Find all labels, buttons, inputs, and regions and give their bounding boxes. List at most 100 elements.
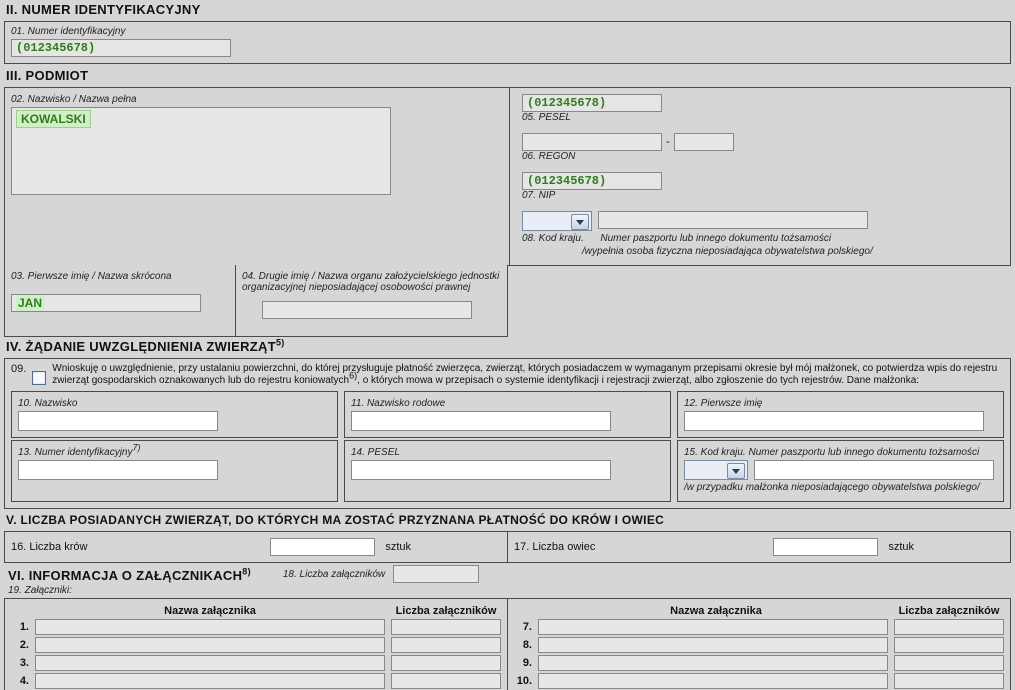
attachments-area: Nazwa załącznika Liczba załączników 1. 2.… (4, 598, 1011, 690)
attachment-count-input[interactable] (894, 655, 1004, 671)
field-16-input[interactable] (270, 538, 375, 556)
field-06-dash: - (666, 136, 670, 148)
attachment-name-input[interactable] (35, 619, 385, 635)
field-17-label: 17. Liczba owiec (514, 541, 595, 553)
attachment-row: 3. (11, 655, 501, 671)
field-07-value[interactable]: (012345678) (522, 172, 662, 190)
field-15-country-dropdown[interactable] (684, 460, 748, 480)
attachments-right: Nazwa załącznika Liczba załączników 7. 8.… (507, 598, 1011, 690)
field-06-value-b[interactable] (674, 133, 734, 151)
field-03-input[interactable]: JAN (11, 294, 201, 312)
attachment-row: 1. (11, 619, 501, 635)
box-03: 03. Pierwsze imię / Nazwa skrócona JAN (4, 265, 236, 337)
attachment-count-input[interactable] (391, 619, 501, 635)
field-11-input[interactable] (351, 411, 611, 431)
field-10-label: 10. Nazwisko (18, 398, 331, 409)
attachment-count-input[interactable] (391, 673, 501, 689)
box-10: 10. Nazwisko (11, 391, 338, 438)
box-02-03-04-left: 02. Nazwisko / Nazwa pełna KOWALSKI (4, 87, 509, 266)
field-16-label: 16. Liczba krów (11, 541, 87, 553)
attachment-row-num: 4. (11, 675, 29, 687)
attachment-row-num: 2. (11, 639, 29, 651)
section-v-title: V. LICZBA POSIADANYCH ZWIERZĄT, DO KTÓRY… (4, 511, 1011, 531)
attachment-row: 4. (11, 673, 501, 689)
field-18-label: 18. Liczba załączników (283, 569, 385, 580)
attach-hdr-count-right: Liczba załączników (894, 605, 1004, 617)
attach-hdr-name-right: Nazwa załącznika (538, 605, 894, 617)
box-16: 16. Liczba krów sztuk (4, 531, 508, 563)
box-12: 12. Pierwsze imię (677, 391, 1004, 438)
attachment-row-num: 1. (11, 621, 29, 633)
box-13: 13. Numer identyfikacyjny7) (11, 440, 338, 502)
section-ii-title: II. NUMER IDENTYFIKACYJNY (4, 0, 1011, 21)
section-v-row: 16. Liczba krów sztuk 17. Liczba owiec s… (4, 531, 1011, 563)
section-iv-title: IV. ŻĄDANIE UWZGLĘDNIENIA ZWIERZĄT5) (4, 337, 1011, 358)
attachment-count-input[interactable] (894, 619, 1004, 635)
attachment-name-input[interactable] (538, 637, 888, 653)
attachment-row-num: 9. (514, 657, 532, 669)
section-vi-title: VI. INFORMACJA O ZAŁĄCZNIKACH8) (6, 566, 253, 583)
field-15-passport-input[interactable] (754, 460, 994, 480)
field-11-label: 11. Nazwisko rodowe (351, 398, 664, 409)
field-18-input[interactable] (393, 565, 479, 583)
attachment-row: 9. (514, 655, 1004, 671)
field-05-value[interactable]: (012345678) (522, 94, 662, 112)
field-08-passport-input[interactable] (598, 211, 868, 229)
attachment-count-input[interactable] (391, 637, 501, 653)
field-12-input[interactable] (684, 411, 984, 431)
attachment-name-input[interactable] (538, 673, 888, 689)
field-16-unit: sztuk (385, 541, 411, 553)
field-14-input[interactable] (351, 460, 611, 480)
attachment-row-num: 8. (514, 639, 532, 651)
attach-hdr-name-left: Nazwa załącznika (29, 605, 391, 617)
box-15: 15. Kod kraju. Numer paszportu lub inneg… (677, 440, 1004, 502)
field-08-country-dropdown[interactable] (522, 211, 592, 231)
field-01-label: 01. Numer identyfikacyjny (11, 26, 1004, 37)
attachment-row-num: 3. (11, 657, 29, 669)
attachment-row: 8. (514, 637, 1004, 653)
attachment-row: 2. (11, 637, 501, 653)
field-05-label: 05. PESEL (522, 112, 1004, 123)
attachment-name-input[interactable] (35, 673, 385, 689)
field-17-unit: sztuk (888, 541, 914, 553)
field-02-value: KOWALSKI (16, 110, 91, 128)
field-02-label: 02. Nazwisko / Nazwa pełna (11, 94, 503, 105)
attachment-count-input[interactable] (391, 655, 501, 671)
field-03-label: 03. Pierwsze imię / Nazwa skrócona (11, 271, 229, 282)
attachment-name-input[interactable] (538, 655, 888, 671)
section-iii-row2: 03. Pierwsze imię / Nazwa skrócona JAN 0… (4, 265, 1011, 337)
section-iv-panel: 09. Wnioskuję o uwzględnienie, przy usta… (4, 358, 1011, 509)
attachment-name-input[interactable] (35, 637, 385, 653)
field-08-sub: /wypełnia osoba fizyczna nieposiadająca … (582, 246, 1004, 257)
field-04-input[interactable] (262, 301, 472, 319)
field-10-input[interactable] (18, 411, 218, 431)
attachment-count-input[interactable] (894, 673, 1004, 689)
field-13-input[interactable] (18, 460, 218, 480)
field-15-sub: /w przypadku małżonka nieposiadającego o… (684, 482, 997, 493)
field-15-label: 15. Kod kraju. Numer paszportu lub inneg… (684, 447, 997, 458)
attachment-row: 7. (514, 619, 1004, 635)
section-iii-title: III. PODMIOT (4, 66, 1011, 87)
attach-hdr-count-left: Liczba załączników (391, 605, 501, 617)
field-01-value[interactable]: (012345678) (11, 39, 231, 57)
field-08-label: 08. Kod kraju. Numer paszportu lub inneg… (522, 233, 1004, 244)
attachment-row: 10. (514, 673, 1004, 689)
section-iii-row: 02. Nazwisko / Nazwa pełna KOWALSKI (012… (4, 87, 1011, 266)
attachments-left: Nazwa załącznika Liczba załączników 1. 2.… (4, 598, 507, 690)
field-12-label: 12. Pierwsze imię (684, 398, 997, 409)
field-19-label: 19. Załączniki: (4, 585, 1011, 596)
field-06-label: 06. REGON (522, 151, 1004, 162)
attachment-name-input[interactable] (35, 655, 385, 671)
field-09-checkbox[interactable] (32, 371, 46, 385)
attachment-count-input[interactable] (894, 637, 1004, 653)
field-04-label: 04. Drugie imię / Nazwa organu założycie… (242, 271, 501, 299)
box-04: 04. Drugie imię / Nazwa organu założycie… (236, 265, 508, 337)
field-17-input[interactable] (773, 538, 878, 556)
field-09-text: Wnioskuję o uwzględnienie, przy ustalani… (52, 363, 1004, 387)
attachment-name-input[interactable] (538, 619, 888, 635)
field-06-value-a[interactable] (522, 133, 662, 151)
field-14-label: 14. PESEL (351, 447, 664, 458)
attachment-row-num: 10. (514, 675, 532, 687)
attachment-row-num: 7. (514, 621, 532, 633)
field-02-textarea[interactable]: KOWALSKI (11, 107, 391, 195)
